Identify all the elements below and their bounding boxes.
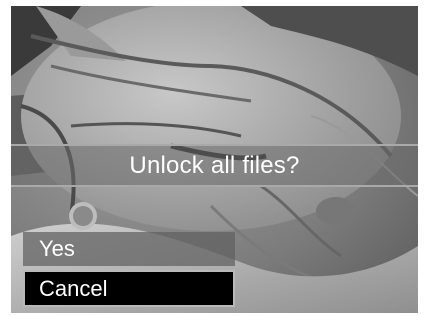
- cancel-option[interactable]: Cancel: [23, 270, 235, 307]
- cancel-option-label: Cancel: [39, 275, 108, 301]
- yes-option[interactable]: Yes: [23, 232, 235, 266]
- confirmation-menu: Yes Cancel: [23, 232, 235, 307]
- camera-screen: Unlock all files? Yes Cancel: [11, 6, 418, 313]
- confirmation-prompt: Unlock all files?: [129, 151, 300, 179]
- yes-option-label: Yes: [39, 236, 75, 261]
- confirmation-prompt-bar: Unlock all files?: [11, 144, 418, 187]
